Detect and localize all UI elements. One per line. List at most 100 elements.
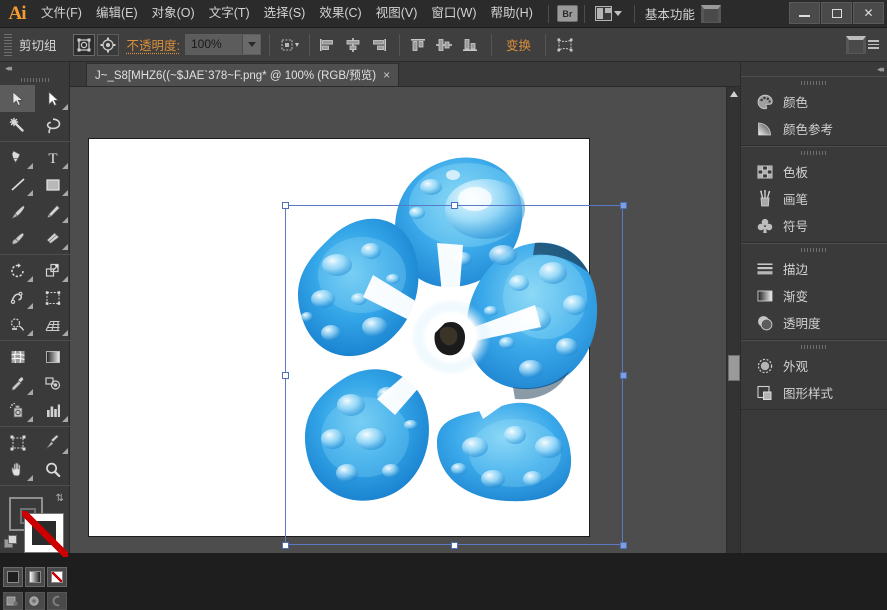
workspace-chevron-down-icon[interactable] <box>701 5 721 23</box>
expand-panels-icon[interactable]: ◂◂ <box>877 64 882 75</box>
panel-item-brushes[interactable]: 画笔 <box>741 185 887 212</box>
solid-color-icon[interactable] <box>3 567 23 587</box>
selection-tool[interactable] <box>0 85 35 112</box>
collapse-tools-icon[interactable]: ◂◂ <box>5 63 10 74</box>
selection-bounding-box[interactable] <box>285 205 623 545</box>
menu-help[interactable]: 帮助(H) <box>484 0 540 27</box>
envelope-distort-icon[interactable] <box>553 33 577 57</box>
control-bar-grip[interactable] <box>4 34 12 56</box>
rotate-tool[interactable] <box>0 257 35 284</box>
gradient-icon[interactable] <box>25 567 45 587</box>
align-vertical-center-icon[interactable] <box>432 33 456 57</box>
align-horizontal-center-icon[interactable] <box>341 33 365 57</box>
panel-item-gradient[interactable]: 渐变 <box>741 282 887 309</box>
default-fill-stroke-icon[interactable] <box>4 535 18 549</box>
bridge-icon[interactable]: Br <box>557 5 578 22</box>
tools-panel-grip[interactable] <box>0 75 69 85</box>
panel-item-color[interactable]: 颜色 <box>741 88 887 115</box>
panel-item-stroke[interactable]: 描边 <box>741 255 887 282</box>
menu-view[interactable]: 视图(V) <box>369 0 425 27</box>
column-graph-tool[interactable] <box>35 397 70 424</box>
handle-top-right[interactable] <box>620 202 627 209</box>
free-transform-tool[interactable] <box>35 284 70 311</box>
stroke-group-grip[interactable] <box>741 244 887 255</box>
document-tab[interactable]: J~_S8[MHZ6((~$JAE`378~F.png* @ 100% (RGB… <box>86 63 399 86</box>
full-screen-menubar-icon[interactable] <box>25 592 45 610</box>
align-left-icon[interactable] <box>315 33 339 57</box>
handle-middle-right[interactable] <box>620 372 627 379</box>
mesh-tool[interactable] <box>0 343 35 370</box>
pencil-tool[interactable] <box>35 198 70 225</box>
swap-fill-stroke-icon[interactable]: ⇅ <box>56 493 64 504</box>
handle-bottom-center[interactable] <box>451 542 458 549</box>
align-right-icon[interactable] <box>367 33 391 57</box>
handle-middle-left[interactable] <box>282 372 289 379</box>
minimize-button[interactable] <box>789 2 820 24</box>
swatches-group-grip[interactable] <box>741 147 887 158</box>
type-tool[interactable]: T <box>35 144 70 171</box>
lasso-tool[interactable] <box>35 112 70 139</box>
align-top-icon[interactable] <box>406 33 430 57</box>
magic-wand-tool[interactable] <box>0 112 35 139</box>
opacity-input[interactable]: 100% <box>186 35 242 54</box>
blend-tool[interactable] <box>35 370 70 397</box>
align-bottom-icon[interactable] <box>458 33 482 57</box>
handle-bottom-right[interactable] <box>620 542 627 549</box>
panel-item-graphic-styles[interactable]: 图形样式 <box>741 379 887 406</box>
close-button[interactable]: ✕ <box>853 2 884 24</box>
full-screen-icon[interactable] <box>47 592 67 610</box>
menu-edit[interactable]: 编辑(E) <box>89 0 145 27</box>
scroll-up-icon[interactable] <box>727 87 740 101</box>
width-tool[interactable] <box>0 284 35 311</box>
panel-item-appearance[interactable]: 外观 <box>741 352 887 379</box>
eyedropper-tool[interactable] <box>0 370 35 397</box>
handle-top-center[interactable] <box>451 202 458 209</box>
align-options-icon[interactable] <box>278 33 302 57</box>
line-segment-tool[interactable] <box>0 171 35 198</box>
panel-item-swatches[interactable]: 色板 <box>741 158 887 185</box>
menu-type[interactable]: 文字(T) <box>202 0 257 27</box>
handle-bottom-left[interactable] <box>282 542 289 549</box>
transform-label[interactable]: 变换 <box>499 32 538 57</box>
slice-tool[interactable] <box>35 429 70 456</box>
menu-window[interactable]: 窗口(W) <box>424 0 483 27</box>
panel-item-symbols[interactable]: 符号 <box>741 212 887 239</box>
menu-select[interactable]: 选择(S) <box>257 0 313 27</box>
scale-tool[interactable] <box>35 257 70 284</box>
rectangle-tool[interactable] <box>35 171 70 198</box>
handle-top-left[interactable] <box>282 202 289 209</box>
panel-item-transparency[interactable]: 透明度 <box>741 309 887 336</box>
color-group-grip[interactable] <box>741 77 887 88</box>
canvas-area[interactable] <box>70 87 740 553</box>
arrange-documents-button[interactable] <box>591 6 626 21</box>
panel-item-color-guide[interactable]: 颜色参考 <box>741 115 887 142</box>
menu-object[interactable]: 对象(O) <box>145 0 202 27</box>
paintbrush-tool[interactable] <box>0 198 35 225</box>
artboard-tool[interactable] <box>0 429 35 456</box>
zoom-tool[interactable] <box>35 456 70 483</box>
opacity-label[interactable]: 不透明度: <box>127 35 180 54</box>
menu-effect[interactable]: 效果(C) <box>312 0 368 27</box>
isolate-selected-path-icon[interactable] <box>97 34 119 56</box>
gradient-tool[interactable] <box>35 343 70 370</box>
normal-screen-mode-icon[interactable] <box>3 592 23 610</box>
close-icon[interactable]: × <box>383 69 390 81</box>
opacity-field[interactable]: 100% <box>185 34 261 55</box>
symbol-sprayer-tool[interactable] <box>0 397 35 424</box>
shape-builder-tool[interactable] <box>0 311 35 338</box>
workspace-label[interactable]: 基本功能 <box>643 4 701 23</box>
direct-selection-tool[interactable] <box>35 85 70 112</box>
vertical-scrollbar[interactable] <box>726 87 740 553</box>
artboard[interactable] <box>88 138 590 537</box>
pen-tool[interactable] <box>0 144 35 171</box>
blob-brush-tool[interactable] <box>0 225 35 252</box>
isolate-selected-object-icon[interactable] <box>73 34 95 56</box>
none-icon[interactable] <box>47 567 67 587</box>
appearance-group-grip[interactable] <box>741 341 887 352</box>
panel-menu-icon[interactable] <box>846 36 879 54</box>
eraser-tool[interactable] <box>35 225 70 252</box>
hand-tool[interactable] <box>0 456 35 483</box>
maximize-button[interactable] <box>821 2 852 24</box>
scrollbar-thumb[interactable] <box>728 355 740 381</box>
menu-file[interactable]: 文件(F) <box>34 0 89 27</box>
